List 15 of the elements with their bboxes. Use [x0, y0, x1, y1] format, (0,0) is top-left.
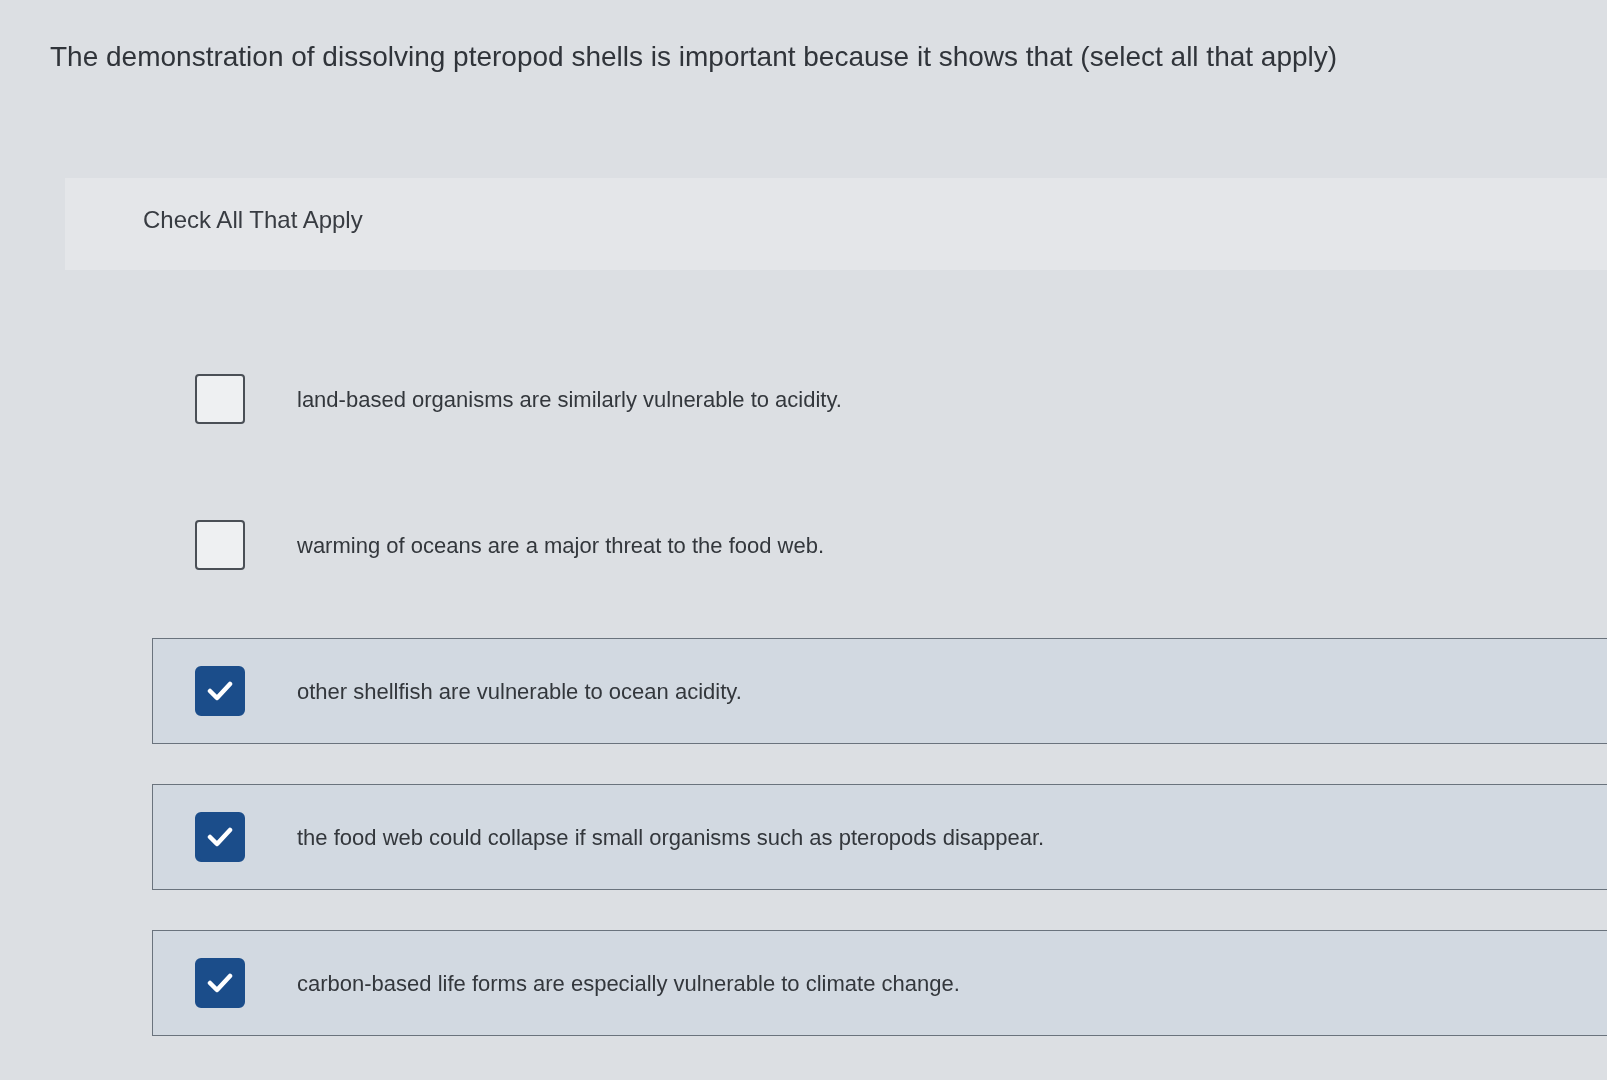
checkbox[interactable] — [195, 958, 245, 1008]
checkbox[interactable] — [195, 666, 245, 716]
question-text: The demonstration of dissolving pteropod shells is important because it shows that (select all that apply) — [50, 40, 1339, 74]
checkbox[interactable] — [195, 374, 245, 424]
option-label: land-based organisms are similarly vulnerable to acidity. — [297, 385, 842, 414]
option-label: the food web could collapse if small organisms such as pteropods disappear. — [297, 823, 1045, 852]
check-icon — [207, 973, 233, 993]
option-label: carbon-based life forms are especially vulnerable to climate change. — [297, 969, 960, 998]
option-label: warming of oceans are a major threat to the food web. — [297, 531, 825, 560]
checkbox[interactable] — [195, 812, 245, 862]
option-label: other shellfish are vulnerable to ocean acidity. — [297, 677, 742, 706]
instructions-text: Check All That Apply — [143, 206, 363, 233]
check-icon — [207, 827, 233, 847]
check-icon — [207, 681, 233, 701]
checkbox[interactable] — [195, 520, 245, 570]
